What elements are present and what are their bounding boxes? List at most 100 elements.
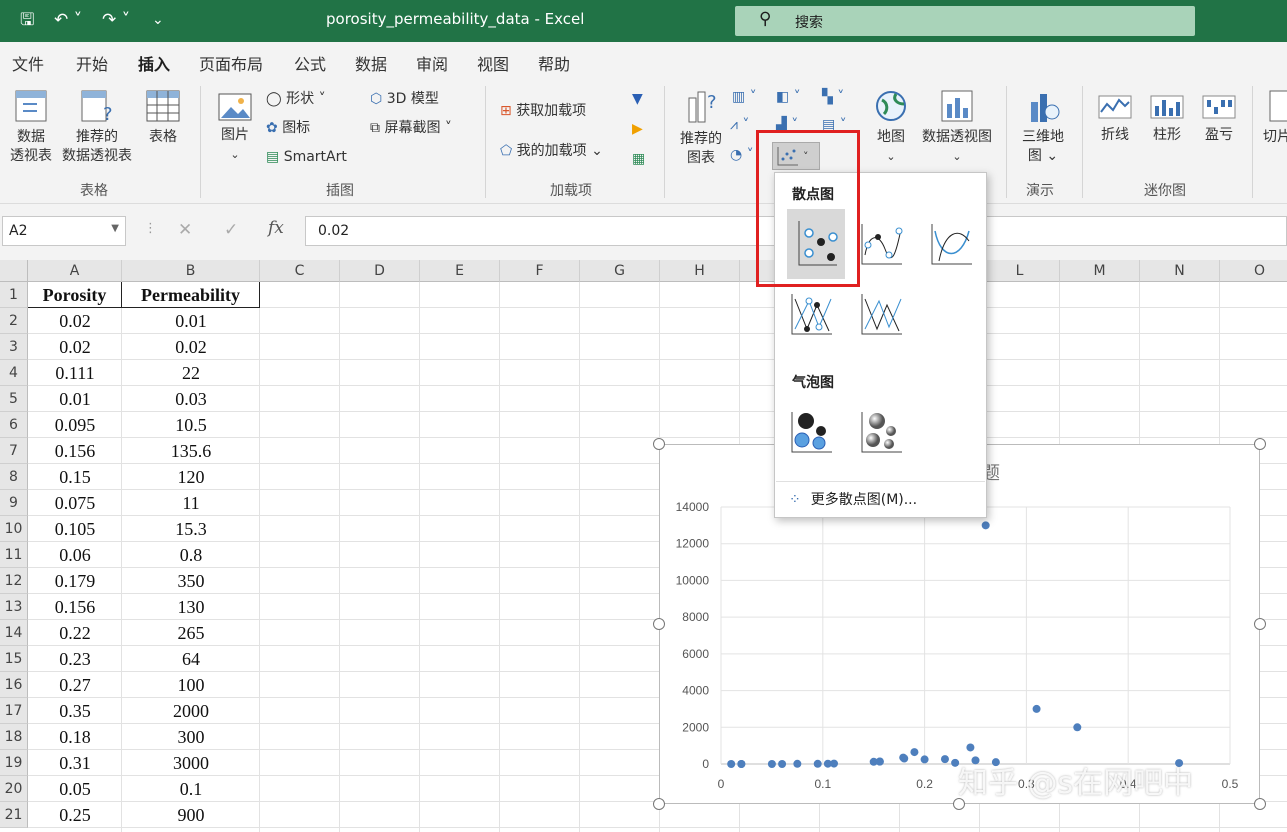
3d-bubble-option[interactable] [859,409,905,455]
cell-B3[interactable]: 0.02 [122,334,260,360]
cell-B13[interactable]: 130 [122,594,260,620]
tab-view[interactable]: 视图 [477,51,509,75]
column-header-L[interactable]: L [980,260,1060,282]
tab-review[interactable]: 审阅 [416,51,448,75]
cell-B8[interactable]: 120 [122,464,260,490]
resize-handle[interactable] [653,438,665,450]
row-header-15[interactable]: 15 [0,646,28,672]
row-header-19[interactable]: 19 [0,750,28,776]
resize-handle[interactable] [1254,798,1266,810]
redo-icon[interactable]: ↷ ˅ [102,9,130,31]
cell-A12[interactable]: 0.179 [28,568,122,594]
pivot-chart-button[interactable]: 数据透视图 ⌄ [918,88,996,166]
cell-A2[interactable]: 0.02 [28,308,122,334]
pivot-table-button[interactable]: 数据 透视表 [8,88,54,166]
row-header-13[interactable]: 13 [0,594,28,620]
bing-icon[interactable]: ▶ [632,120,643,138]
cell-B12[interactable]: 350 [122,568,260,594]
cell-A7[interactable]: 0.156 [28,438,122,464]
column-header-G[interactable]: G [580,260,660,282]
pie-chart-icon[interactable]: ◔ ˅ [730,146,754,164]
resize-handle[interactable] [1254,618,1266,630]
column-header-E[interactable]: E [420,260,500,282]
resize-handle[interactable] [1254,438,1266,450]
cell-A4[interactable]: 0.111 [28,360,122,386]
cell-B11[interactable]: 0.8 [122,542,260,568]
column-header-C[interactable]: C [260,260,340,282]
customize-qat-icon[interactable]: ⌄ [152,9,164,31]
cell-B14[interactable]: 265 [122,620,260,646]
row-header-3[interactable]: 3 [0,334,28,360]
cell-B17[interactable]: 2000 [122,698,260,724]
3d-model-button[interactable]: ⬡ 3D 模型 [370,90,439,108]
cell-B16[interactable]: 100 [122,672,260,698]
cell-A13[interactable]: 0.156 [28,594,122,620]
row-header-1[interactable]: 1 [0,282,28,308]
column-header-M[interactable]: M [1060,260,1140,282]
column-header-O[interactable]: O [1220,260,1287,282]
header-cell-A1[interactable]: Porosity [28,282,122,308]
cell-A11[interactable]: 0.06 [28,542,122,568]
more-scatter-charts-item[interactable]: ⁘ 更多散点图(M)... [789,489,917,509]
cell-B18[interactable]: 300 [122,724,260,750]
tab-file[interactable]: 文件 [12,51,44,75]
cell-A5[interactable]: 0.01 [28,386,122,412]
cell-A19[interactable]: 0.31 [28,750,122,776]
header-cell-B1[interactable]: Permeability [122,282,260,308]
cell-A6[interactable]: 0.095 [28,412,122,438]
tab-data[interactable]: 数据 [355,51,387,75]
smartart-button[interactable]: ▤ SmartArt [266,148,347,166]
tab-insert[interactable]: 插入 [138,51,171,83]
row-header-18[interactable]: 18 [0,724,28,750]
cell-B4[interactable]: 22 [122,360,260,386]
row-header-14[interactable]: 14 [0,620,28,646]
cell-A21[interactable]: 0.25 [28,802,122,828]
hierarchy-chart-icon[interactable]: ◧ ˅ [776,88,801,106]
row-header-20[interactable]: 20 [0,776,28,802]
shapes-button[interactable]: ◯ 形状 ˅ [266,90,326,108]
cell-A9[interactable]: 0.075 [28,490,122,516]
cell-B19[interactable]: 3000 [122,750,260,776]
scatter-straight-option[interactable] [859,291,905,337]
column-header-D[interactable]: D [340,260,420,282]
my-addins-button[interactable]: ⬠ 我的加载项 ⌄ [500,142,603,160]
cell-A8[interactable]: 0.15 [28,464,122,490]
picture-button[interactable]: 图片 ⌄ [214,92,256,164]
resize-handle[interactable] [653,618,665,630]
column-header-N[interactable]: N [1140,260,1220,282]
row-header-16[interactable]: 16 [0,672,28,698]
cell-B2[interactable]: 0.01 [122,308,260,334]
screenshot-button[interactable]: ⧉ 屏幕截图 ˅ [370,119,452,137]
resize-handle[interactable] [653,798,665,810]
cell-B9[interactable]: 11 [122,490,260,516]
visio-icon[interactable]: ▼ [632,90,643,108]
column-header-H[interactable]: H [660,260,740,282]
column-header-F[interactable]: F [500,260,580,282]
cell-A16[interactable]: 0.27 [28,672,122,698]
name-box[interactable]: A2 ▼ [2,216,126,246]
sparkline-winloss-button[interactable]: 盈亏 [1200,92,1238,145]
row-header-9[interactable]: 9 [0,490,28,516]
scatter-smooth-markers-option[interactable] [859,221,905,267]
cell-B10[interactable]: 15.3 [122,516,260,542]
save-icon[interactable]: 🖫 [20,9,34,31]
search-box[interactable]: ⚲ 搜索 [735,6,1195,36]
slicer-button[interactable]: 切片 [1262,88,1287,147]
cell-B6[interactable]: 10.5 [122,412,260,438]
column-header-A[interactable]: A [28,260,122,282]
tab-help[interactable]: 帮助 [538,51,570,75]
recommended-charts-button[interactable]: ? 推荐的 图表 [676,88,726,168]
tab-formulas[interactable]: 公式 [294,51,326,75]
row-header-8[interactable]: 8 [0,464,28,490]
line-chart-icon[interactable]: ⩘ ˅ [730,116,749,134]
row-header-10[interactable]: 10 [0,516,28,542]
cell-A14[interactable]: 0.22 [28,620,122,646]
sparkline-line-button[interactable]: 折线 [1096,92,1134,145]
recommended-pivot-button[interactable]: ? 推荐的 数据透视表 [58,88,136,166]
row-header-6[interactable]: 6 [0,412,28,438]
cell-B5[interactable]: 0.03 [122,386,260,412]
cell-A10[interactable]: 0.105 [28,516,122,542]
cell-B21[interactable]: 900 [122,802,260,828]
cell-A3[interactable]: 0.02 [28,334,122,360]
cell-A17[interactable]: 0.35 [28,698,122,724]
